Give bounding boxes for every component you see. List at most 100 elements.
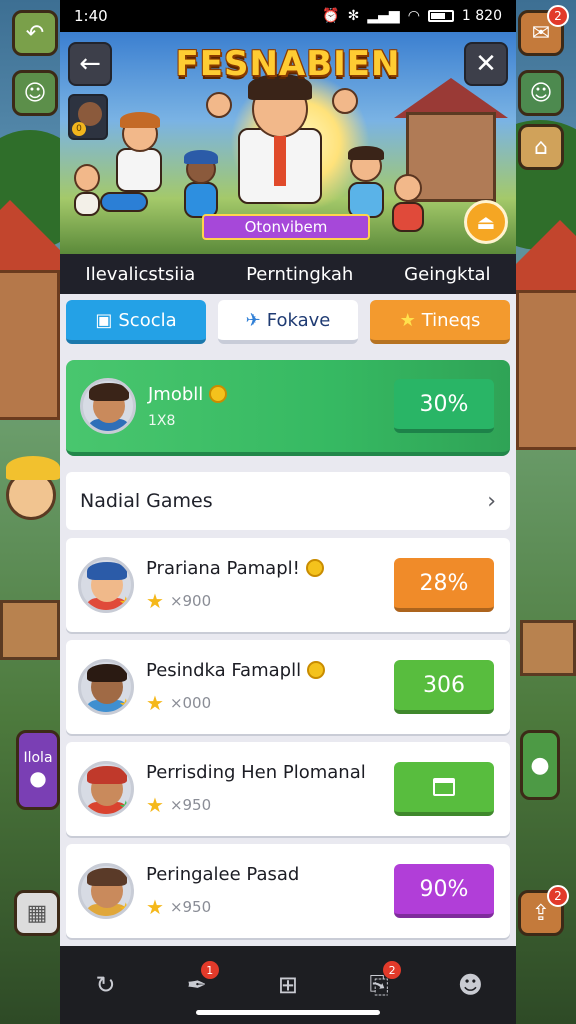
nav-inbox[interactable]: ⎘ 2: [355, 961, 403, 1009]
list-item-score-row: ★ ×900: [146, 589, 324, 613]
tab-2[interactable]: Perntingkah: [246, 264, 353, 285]
game-title: FESNABIEN: [175, 44, 401, 84]
side-chat-icon[interactable]: ✉ 2: [518, 5, 569, 56]
list-item-texts: Pesindka Famapll ★ ×000: [146, 660, 326, 715]
star-icon: ★: [399, 309, 416, 331]
featured-player-card[interactable]: Jmobll 1X8 30%: [66, 360, 510, 456]
side-record-button[interactable]: ●: [520, 730, 560, 800]
list-item[interactable]: ★ Peringalee Pasad ★ ×950 90%: [66, 844, 510, 938]
featured-percent-button[interactable]: 30%: [394, 379, 494, 433]
featured-texts: Jmobll 1X8: [148, 384, 228, 429]
filter-label: Scocla: [118, 309, 177, 331]
avatar: ★: [78, 863, 134, 919]
nav-badge: 1: [200, 961, 219, 979]
signal-icon: ▂▄▆: [367, 8, 400, 24]
back-button[interactable]: ←: [68, 42, 112, 86]
side-upload-icon[interactable]: ⇪ 2: [518, 885, 569, 936]
avatar-hair: [87, 664, 127, 682]
player-score: ×000: [169, 693, 212, 712]
filter-chip-3[interactable]: ★ Tineqs: [370, 300, 510, 344]
list-item-score-row: ★ ×950: [146, 895, 299, 919]
player-action-button[interactable]: 306: [394, 660, 494, 714]
close-button[interactable]: ✕: [464, 42, 508, 86]
avatar-hair: [89, 383, 129, 401]
terminal-icon: ▣: [95, 309, 113, 331]
filter-chip-2[interactable]: ✈ Fokave: [218, 300, 358, 344]
character-body: [184, 182, 218, 218]
mini-avatar[interactable]: 0: [68, 94, 108, 140]
coin-icon: [305, 559, 324, 577]
list-item-title-row: Peringalee Pasad: [146, 864, 299, 885]
list-item[interactable]: ★ Prariana Pamapl! ★ ×900 28%: [66, 538, 510, 632]
side-cart-icon[interactable]: ▦: [14, 890, 60, 936]
chevron-right-icon: ›: [487, 488, 496, 514]
tab-3[interactable]: Geingktal: [404, 264, 490, 285]
hero-fist: [332, 88, 358, 114]
star-badge-icon: ★: [118, 797, 133, 816]
player-name: Prariana Pamapl!: [146, 557, 300, 579]
player-score: ×950: [169, 897, 212, 916]
character-head: [394, 174, 422, 202]
status-time: 1:40: [74, 7, 108, 25]
list-item-texts: Prariana Pamapl! ★ ×900: [146, 558, 324, 613]
side-shop-button[interactable]: Ilola ●: [16, 730, 60, 810]
nav-refresh[interactable]: ↻: [82, 961, 130, 1009]
status-bar: 1:40 ⏰ ✻ ▂▄▆ ◠ 1 820: [60, 0, 516, 32]
character-body: [392, 202, 424, 232]
character-body: [348, 182, 384, 218]
section-title: Nadial Games: [80, 490, 213, 512]
battery-icon: [427, 10, 454, 22]
player-score: ×900: [169, 591, 212, 610]
side-house-icon[interactable]: ⌂: [518, 124, 564, 170]
star-icon: ★: [146, 690, 164, 715]
window-icon: [433, 778, 455, 796]
list-item[interactable]: ★ Perrisding Hen Plomanal ★ ×950: [66, 742, 510, 836]
player-action-button[interactable]: [394, 762, 494, 816]
list-item-title-row: Pesindka Famapll: [146, 660, 326, 681]
list-item[interactable]: ★ Pesindka Famapll ★ ×000 306: [66, 640, 510, 734]
avatar-cap: [87, 766, 127, 784]
star-badge-icon: ★: [118, 593, 133, 612]
featured-sub: 1X8: [148, 412, 176, 429]
home-indicator[interactable]: [196, 1010, 380, 1015]
player-score: ×950: [169, 795, 212, 814]
nav-feather[interactable]: ✒ 1: [173, 961, 221, 1009]
hero-banner-label[interactable]: Otonvibem: [202, 214, 370, 240]
character-hat: [6, 456, 60, 480]
hero-banner: FESNABIEN ← ✕ 0 Otonvibem ⏏: [60, 32, 516, 254]
list-item-title-row: Prariana Pamapl!: [146, 558, 324, 579]
main-panel: FESNABIEN ← ✕ 0 Otonvibem ⏏ Ilevalicstsi…: [60, 32, 516, 946]
hero-fist: [206, 92, 232, 118]
nav-badge: 2: [383, 961, 402, 979]
player-action-button[interactable]: 90%: [394, 864, 494, 918]
side-avatar-icon[interactable]: ☺: [518, 70, 564, 116]
list-item-texts: Perrisding Hen Plomanal ★ ×950: [146, 762, 366, 817]
list-item-title-row: Perrisding Hen Plomanal: [146, 762, 366, 783]
section-header-row[interactable]: Nadial Games ›: [66, 472, 510, 530]
alarm-icon: ⏰: [322, 8, 340, 24]
eject-button[interactable]: ⏏: [464, 200, 508, 244]
eject-icon: ⏏: [476, 210, 496, 234]
player-action-button[interactable]: 28%: [394, 558, 494, 612]
house: [0, 270, 60, 420]
character-hair: [120, 112, 160, 128]
status-icons: ⏰ ✻ ▂▄▆ ◠ 1 820: [322, 8, 502, 24]
avatar: ★: [78, 761, 134, 817]
filter-chip-1[interactable]: ▣ Scocla: [66, 300, 206, 344]
tab-1[interactable]: Ilevalicstsiia: [85, 264, 195, 285]
filter-row: ▣ Scocla ✈ Fokave ★ Tineqs: [60, 294, 516, 346]
side-shop-label: Ilola: [23, 750, 53, 766]
character-cap: [184, 150, 218, 164]
wooden-crate: [520, 620, 576, 676]
nav-profile[interactable]: ☻: [446, 961, 494, 1009]
hero-character-tie: [274, 136, 286, 186]
side-badge: 2: [547, 5, 569, 27]
cookie-icon: ●: [29, 766, 47, 790]
nav-grid[interactable]: ⊞: [264, 961, 312, 1009]
star-badge-icon: ★: [118, 899, 133, 918]
list-item-score-row: ★ ×950: [146, 793, 366, 817]
side-avatar-icon[interactable]: ☺: [12, 70, 58, 116]
side-back-icon[interactable]: ↶: [12, 10, 58, 56]
list-item-score-row: ★ ×000: [146, 691, 325, 715]
status-right-text: 1 820: [461, 8, 502, 24]
